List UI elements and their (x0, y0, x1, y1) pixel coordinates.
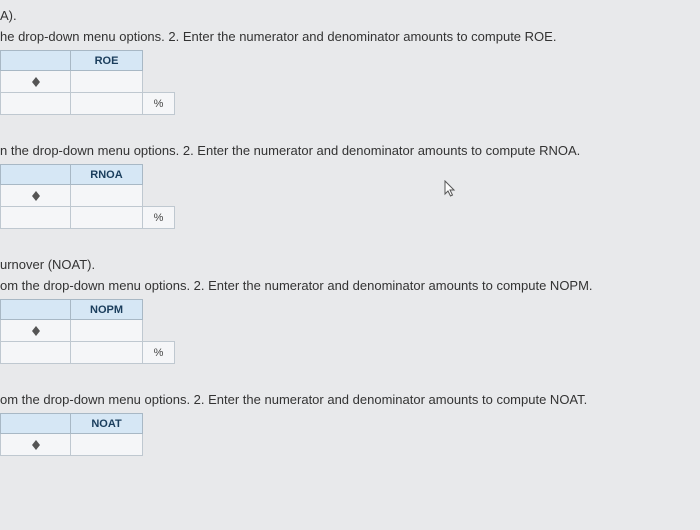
dropdown-cell[interactable] (1, 320, 71, 342)
context-text: urnover (NOAT). (0, 257, 700, 272)
section-rnoa: n the drop-down menu options. 2. Enter t… (0, 143, 700, 229)
instruction-text: om the drop-down menu options. 2. Enter … (0, 278, 700, 293)
header-blank (1, 51, 71, 71)
calc-table-nopm: NOPM % (0, 299, 175, 364)
header-metric: NOAT (71, 414, 143, 434)
value-cell[interactable] (71, 434, 143, 456)
blank-cell (71, 207, 143, 229)
up-down-stepper-icon[interactable] (1, 185, 70, 206)
header-metric: RNOA (71, 165, 143, 185)
blank-cell (1, 207, 71, 229)
unit-cell: % (143, 93, 175, 115)
header-metric: ROE (71, 51, 143, 71)
instruction-text: he drop-down menu options. 2. Enter the … (0, 29, 700, 44)
header-metric: NOPM (71, 300, 143, 320)
value-cell[interactable] (71, 185, 143, 207)
dropdown-cell[interactable] (1, 434, 71, 456)
dropdown-cell[interactable] (1, 185, 71, 207)
calc-table-rnoa: RNOA % (0, 164, 175, 229)
context-text: A). (0, 8, 700, 23)
section-nopm: urnover (NOAT). om the drop-down menu op… (0, 257, 700, 364)
blank-cell (71, 342, 143, 364)
blank-cell (1, 93, 71, 115)
unit-cell: % (143, 207, 175, 229)
up-down-stepper-icon[interactable] (1, 434, 70, 455)
section-roe: A). he drop-down menu options. 2. Enter … (0, 8, 700, 115)
header-blank (1, 165, 71, 185)
value-cell[interactable] (71, 320, 143, 342)
blank-cell (1, 342, 71, 364)
calc-table-roe: ROE % (0, 50, 175, 115)
calc-table-noat: NOAT (0, 413, 143, 456)
instruction-text: n the drop-down menu options. 2. Enter t… (0, 143, 700, 158)
dropdown-cell[interactable] (1, 71, 71, 93)
section-noat: om the drop-down menu options. 2. Enter … (0, 392, 700, 456)
value-cell[interactable] (71, 71, 143, 93)
up-down-stepper-icon[interactable] (1, 320, 70, 341)
header-blank (1, 414, 71, 434)
unit-cell: % (143, 342, 175, 364)
header-blank (1, 300, 71, 320)
blank-cell (71, 93, 143, 115)
up-down-stepper-icon[interactable] (1, 71, 70, 92)
instruction-text: om the drop-down menu options. 2. Enter … (0, 392, 700, 407)
